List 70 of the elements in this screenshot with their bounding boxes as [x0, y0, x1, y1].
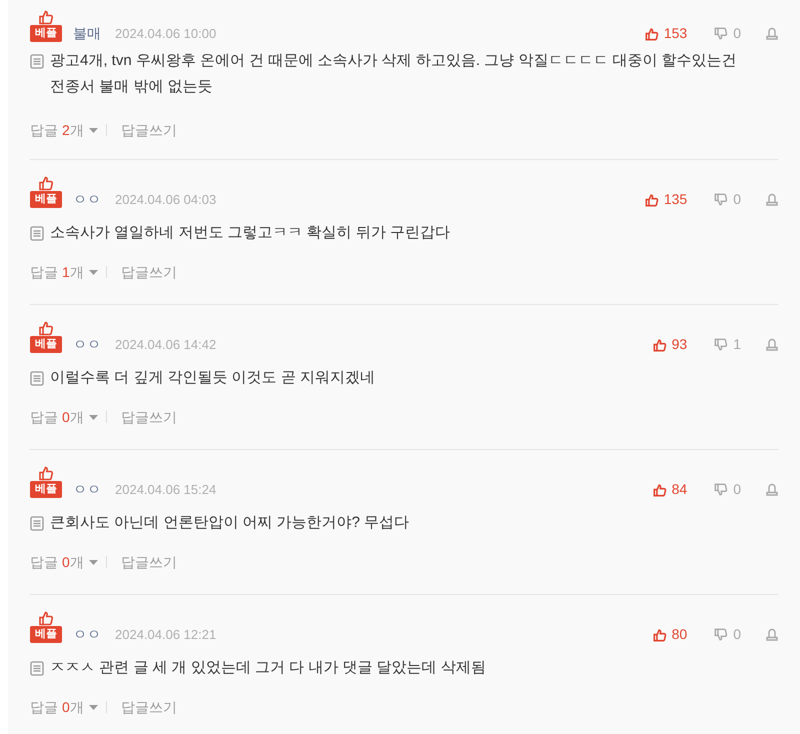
memo-icon [30, 54, 44, 69]
thumb-down-icon [714, 338, 728, 352]
write-reply-link[interactable]: 답글쓰기 [120, 552, 177, 572]
best-badge: 베플 [30, 481, 62, 498]
dislike-button[interactable]: 1 [714, 336, 741, 353]
siren-icon[interactable] [766, 193, 778, 206]
dislike-button[interactable]: 0 [714, 25, 741, 42]
comment-date: 2024.04.06 04:03 [115, 191, 216, 208]
best-badge: 베플 [30, 191, 62, 208]
best-badge: 베플 [30, 626, 62, 643]
like-button[interactable]: 153 [643, 25, 688, 42]
thumb-up-icon [38, 320, 54, 336]
thumb-up-icon [38, 465, 54, 481]
memo-icon [30, 516, 44, 531]
author-name[interactable]: ㅇㅇ [73, 481, 101, 498]
thumb-up-icon [652, 628, 667, 642]
caret-icon [88, 128, 98, 132]
comment-text: 큰회사도 아닌데 언론탄압이 어찌 가능한거야? 무섭다 [50, 513, 410, 533]
replies-toggle[interactable]: 답글 0개 [30, 552, 98, 572]
thumb-down-icon [714, 482, 728, 496]
replies-toggle[interactable]: 답글 2개 [30, 120, 98, 140]
caret-icon [88, 704, 98, 710]
like-button[interactable]: 84 [643, 481, 688, 498]
memo-icon [30, 371, 44, 386]
comment-text: ㅈㅈㅅ 관련 글 세 개 있었는데 그거 다 내가 댓글 달았는데 삭제됨 [50, 658, 487, 678]
author-name[interactable]: ㅇㅇ [73, 626, 101, 643]
author-name[interactable]: ㅇㅇ [73, 191, 101, 208]
comment-date: 2024.04.06 15:24 [115, 481, 216, 498]
caret-icon [88, 560, 98, 564]
comment-text: 이럴수록 더 깊게 각인될듯 이것도 곧 지워지겠네 [50, 368, 376, 388]
dislike-button[interactable]: 0 [714, 481, 741, 498]
author-name[interactable]: 불매 [73, 25, 101, 42]
thumb-up-icon [644, 26, 659, 40]
write-reply-link[interactable]: 답글쓰기 [120, 696, 177, 718]
best-badge: 베플 [30, 336, 62, 353]
comment-date: 2024.04.06 10:00 [115, 25, 216, 42]
memo-icon [30, 226, 44, 241]
thumb-up-icon [38, 610, 54, 626]
siren-icon[interactable] [766, 338, 778, 351]
comment-text: 소속사가 열일하네 저번도 그렇고ㅋㅋ 확실히 뒤가 구린갑다 [50, 223, 452, 243]
siren-icon[interactable] [766, 628, 778, 641]
like-button[interactable]: 135 [643, 191, 688, 208]
thumb-up-icon [38, 9, 54, 25]
write-reply-link[interactable]: 답글쓰기 [120, 120, 177, 140]
like-button[interactable]: 93 [643, 336, 688, 353]
comment-date: 2024.04.06 14:42 [115, 336, 216, 353]
thumb-up-icon [652, 482, 667, 496]
replies-toggle[interactable]: 답글 0개 [30, 696, 98, 718]
best-badge: 베플 [30, 25, 62, 42]
siren-icon[interactable] [766, 27, 778, 40]
caret-icon [88, 414, 98, 420]
write-reply-link[interactable]: 답글쓰기 [120, 406, 177, 428]
author-name[interactable]: ㅇㅇ [73, 336, 101, 353]
thumb-up-icon [644, 192, 659, 206]
write-reply-link[interactable]: 답글쓰기 [120, 262, 177, 282]
thumb-down-icon [714, 628, 728, 642]
replies-toggle[interactable]: 답글 1개 [30, 262, 98, 282]
comment-date: 2024.04.06 12:21 [115, 626, 216, 643]
dislike-button[interactable]: 0 [714, 191, 741, 208]
thumb-up-icon [38, 175, 54, 191]
replies-toggle[interactable]: 답글 0개 [30, 406, 98, 428]
comment-text: 광고4개, tvn 우씨왕후 온에어 건 때문에 소속사가 삭제 하고있음. 그냥 악질ㄷㄷㄷㄷ 대중이 할수있는건 전종서 불매 밖에 없는듯 [50, 51, 738, 97]
memo-icon [30, 661, 44, 676]
like-button[interactable]: 80 [643, 626, 688, 643]
thumb-up-icon [652, 338, 667, 352]
thumb-down-icon [714, 26, 728, 40]
dislike-button[interactable]: 0 [714, 626, 741, 643]
thumb-down-icon [714, 192, 728, 206]
siren-icon[interactable] [766, 483, 778, 496]
caret-icon [88, 270, 98, 274]
